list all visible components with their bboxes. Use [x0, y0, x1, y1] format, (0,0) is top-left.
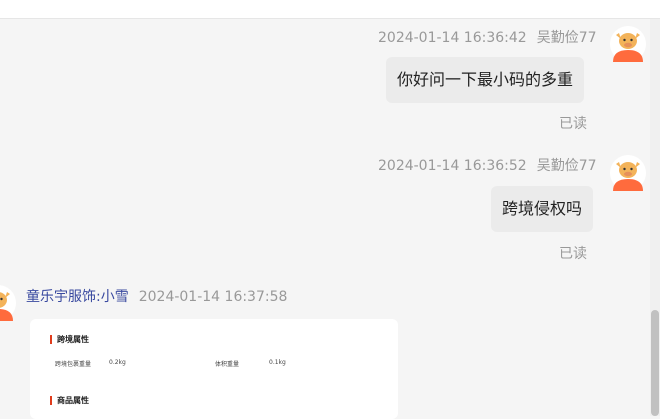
- sender-name: 吴勤俭77: [536, 30, 597, 46]
- attr-key: 体积重量: [215, 361, 240, 368]
- read-status: 已读: [559, 246, 587, 262]
- message-time: 2024-01-14 16:37:58: [138, 289, 288, 305]
- section-title-cross-border: 跨境属性: [50, 335, 89, 344]
- attr-value: 0.2kg: [109, 359, 126, 366]
- message-meta: 2024-01-14 16:36:42 吴勤俭77: [378, 27, 597, 47]
- seller-avatar-icon[interactable]: [0, 285, 16, 321]
- section-title-product: 商品属性: [50, 396, 89, 405]
- user-avatar-icon[interactable]: [610, 26, 646, 62]
- message-bubble[interactable]: 你好问一下最小码的多重: [386, 57, 585, 103]
- message-time: 2024-01-14 16:36:52: [378, 158, 527, 174]
- product-attributes-card[interactable]: 跨境属性 跨境包裹重量 0.2kg 体积重量 0.1kg 商品属性: [30, 319, 398, 419]
- attr-value: 0.1kg: [269, 359, 286, 366]
- message-time: 2024-01-14 16:36:42: [378, 30, 527, 46]
- sender-name: 吴勤俭77: [536, 158, 597, 174]
- message-bubble[interactable]: 跨境侵权吗: [491, 186, 594, 232]
- top-bar: [0, 0, 660, 19]
- user-avatar-icon[interactable]: [610, 155, 646, 191]
- seller-name[interactable]: 童乐宇服饰:小雪: [26, 289, 129, 305]
- attr-key: 跨境包裹重量: [55, 361, 92, 368]
- scrollbar-thumb[interactable]: [651, 310, 659, 416]
- incoming-message-meta: 童乐宇服饰:小雪 2024-01-14 16:37:58: [26, 286, 287, 306]
- read-status: 已读: [559, 116, 587, 132]
- message-meta: 2024-01-14 16:36:52 吴勤俭77: [378, 155, 597, 175]
